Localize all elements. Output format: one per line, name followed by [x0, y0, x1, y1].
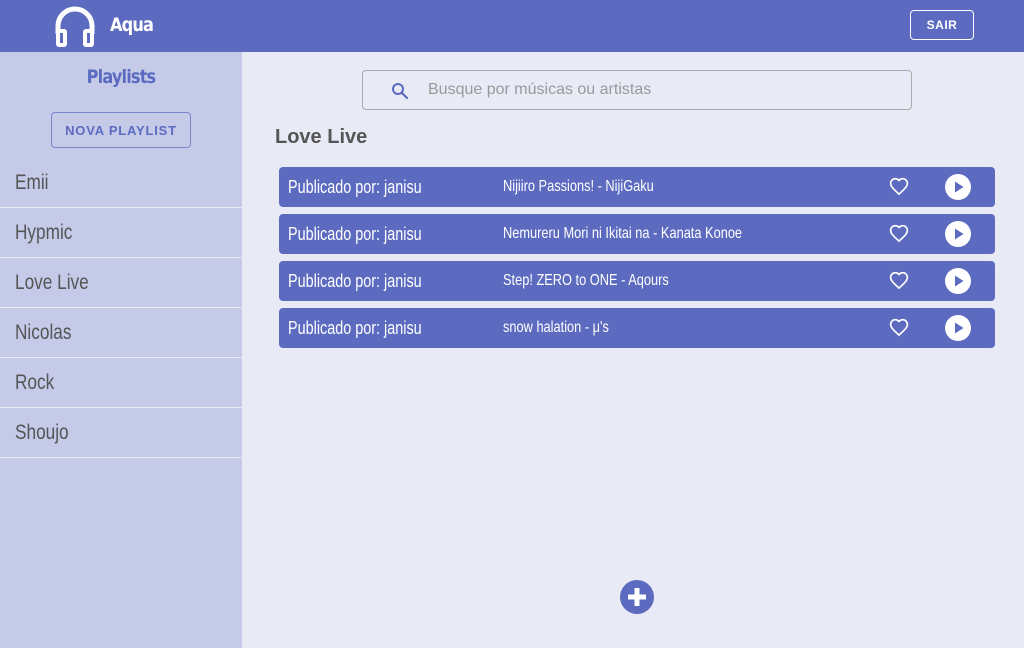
sidebar-item-nicolas[interactable]: Nicolas	[0, 308, 242, 358]
song-publisher: Publicado por: janisu	[288, 317, 422, 338]
sidebar-item-label: Shoujo	[15, 420, 69, 444]
play-icon[interactable]	[945, 268, 971, 294]
sidebar-item-love-live[interactable]: Love Live	[0, 258, 242, 308]
sidebar-item-label: Rock	[15, 370, 55, 394]
song-title: Nemureru Mori ni Ikitai na - Kanata Kono…	[503, 225, 743, 242]
search-icon	[392, 83, 409, 100]
sidebar-item-label: Hypmic	[15, 220, 73, 244]
sidebar-item-label: Love Live	[15, 270, 89, 294]
heart-icon[interactable]	[889, 177, 909, 197]
add-song-button[interactable]	[620, 580, 654, 614]
sidebar-item-label: Emii	[15, 170, 49, 194]
song-row: Publicado por: janisu Nijiiro Passions! …	[279, 167, 995, 207]
song-publisher: Publicado por: janisu	[288, 270, 422, 291]
song-title: Step! ZERO to ONE - Aqours	[503, 272, 669, 289]
headphones-icon	[55, 6, 95, 47]
sidebar-item-rock[interactable]: Rock	[0, 358, 242, 408]
song-publisher: Publicado por: janisu	[288, 223, 422, 244]
logout-button[interactable]: SAIR	[910, 10, 974, 40]
app-title: Aqua	[110, 14, 154, 36]
search-bar	[362, 70, 912, 110]
song-title: snow halation - μ's	[503, 319, 609, 336]
play-icon[interactable]	[945, 221, 971, 247]
song-row: Publicado por: janisu Nemureru Mori ni I…	[279, 214, 995, 254]
sidebar: Playlists NOVA PLAYLIST Emii Hypmic Love…	[0, 52, 242, 648]
song-list: Publicado por: janisu Nijiiro Passions! …	[279, 167, 995, 355]
song-row: Publicado por: janisu Step! ZERO to ONE …	[279, 261, 995, 301]
sidebar-item-shoujo[interactable]: Shoujo	[0, 408, 242, 458]
sidebar-title: Playlists	[86, 66, 157, 88]
play-icon[interactable]	[945, 174, 971, 200]
play-icon[interactable]	[945, 315, 971, 341]
top-app-bar: Aqua SAIR	[0, 0, 1024, 52]
song-title: Nijiiro Passions! - NijiGaku	[503, 178, 654, 195]
playlist-list: Emii Hypmic Love Live Nicolas Rock Shouj…	[0, 158, 242, 458]
search-input[interactable]	[428, 71, 898, 109]
sidebar-item-hypmic[interactable]: Hypmic	[0, 208, 242, 258]
sidebar-item-label: Nicolas	[15, 320, 72, 344]
heart-icon[interactable]	[889, 271, 909, 291]
heart-icon[interactable]	[889, 224, 909, 244]
playlist-title: Love Live	[275, 126, 368, 148]
song-row: Publicado por: janisu snow halation - μ'…	[279, 308, 995, 348]
heart-icon[interactable]	[889, 318, 909, 338]
song-publisher: Publicado por: janisu	[288, 176, 422, 197]
sidebar-item-emii[interactable]: Emii	[0, 158, 242, 208]
new-playlist-button[interactable]: NOVA PLAYLIST	[51, 112, 191, 148]
